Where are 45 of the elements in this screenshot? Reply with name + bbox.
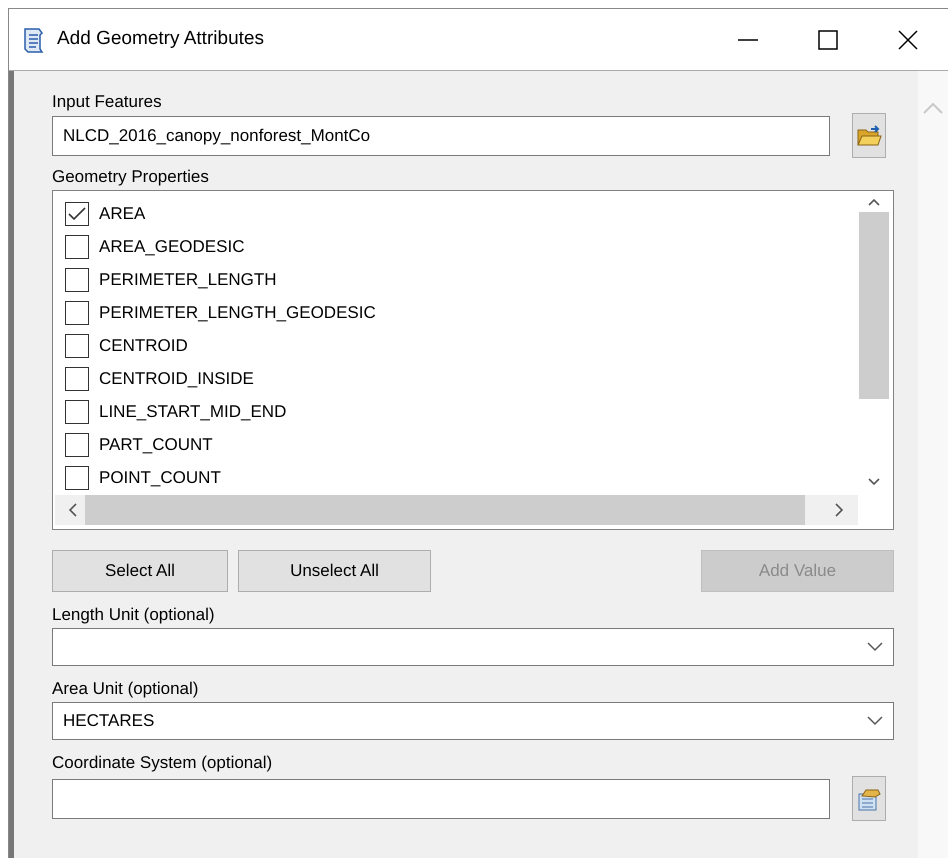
checkbox-label: PERIMETER_LENGTH <box>98 268 277 290</box>
field-label: Input Features <box>52 91 163 113</box>
checkbox[interactable] <box>64 366 89 390</box>
checkbox[interactable] <box>64 234 89 258</box>
scrollbar-thumb[interactable] <box>84 495 805 525</box>
dropdown-value: HECTARES <box>62 710 154 732</box>
dropdown-caret-icon <box>866 716 883 726</box>
checkbox-label: CENTROID <box>98 334 188 356</box>
checkbox-label: AREA_GEODESIC <box>98 236 244 258</box>
checkbox-label: CENTROID_INSIDE <box>98 368 254 390</box>
scroll-left-icon[interactable] <box>66 502 79 518</box>
dropdown-caret-icon <box>866 642 883 652</box>
window-title: Add Geometry Attributes <box>57 27 264 52</box>
checkbox[interactable] <box>64 400 89 424</box>
maximize-icon <box>817 28 839 50</box>
checkbox-label: PART_COUNT <box>98 434 213 456</box>
checkbox[interactable] <box>64 466 89 490</box>
coordinate-system-button[interactable] <box>852 776 886 821</box>
field-label: Coordinate System (optional) <box>52 752 274 774</box>
minimize-icon <box>737 38 759 40</box>
scroll-up-icon[interactable] <box>866 197 881 207</box>
input-field[interactable] <box>52 778 830 818</box>
dropdown-field[interactable] <box>52 628 894 666</box>
scrollbar-thumb[interactable] <box>858 212 889 399</box>
checkbox-label: LINE_START_MID_END <box>98 400 286 422</box>
checkbox[interactable] <box>64 268 89 292</box>
checkbox[interactable] <box>64 202 89 226</box>
field-label: Length Unit (optional) <box>52 604 216 626</box>
close-icon <box>897 28 919 50</box>
field-label: Geometry Properties <box>52 166 210 188</box>
checkbox-label: AREA <box>98 202 146 224</box>
checkbox[interactable] <box>64 300 89 324</box>
browse-button[interactable] <box>852 113 886 158</box>
input-field[interactable]: NLCD_2016_canopy_nonforest_MontCo <box>52 116 830 156</box>
scroll-down-icon[interactable] <box>866 477 881 487</box>
dialog-button[interactable]: Unselect All <box>238 550 431 592</box>
dropdown-field[interactable]: HECTARES <box>52 702 894 740</box>
folder-icon <box>856 124 882 148</box>
checkbox-label: POINT_COUNT <box>98 466 221 488</box>
dialog-button[interactable]: Select All <box>52 550 228 592</box>
checkbox[interactable] <box>64 334 89 358</box>
scroll-right-icon[interactable] <box>832 502 845 518</box>
checkbox-label: PERIMETER_LENGTH_GEODESIC <box>98 302 376 324</box>
field-label: Area Unit (optional) <box>52 678 200 700</box>
checkbox[interactable] <box>64 432 89 456</box>
